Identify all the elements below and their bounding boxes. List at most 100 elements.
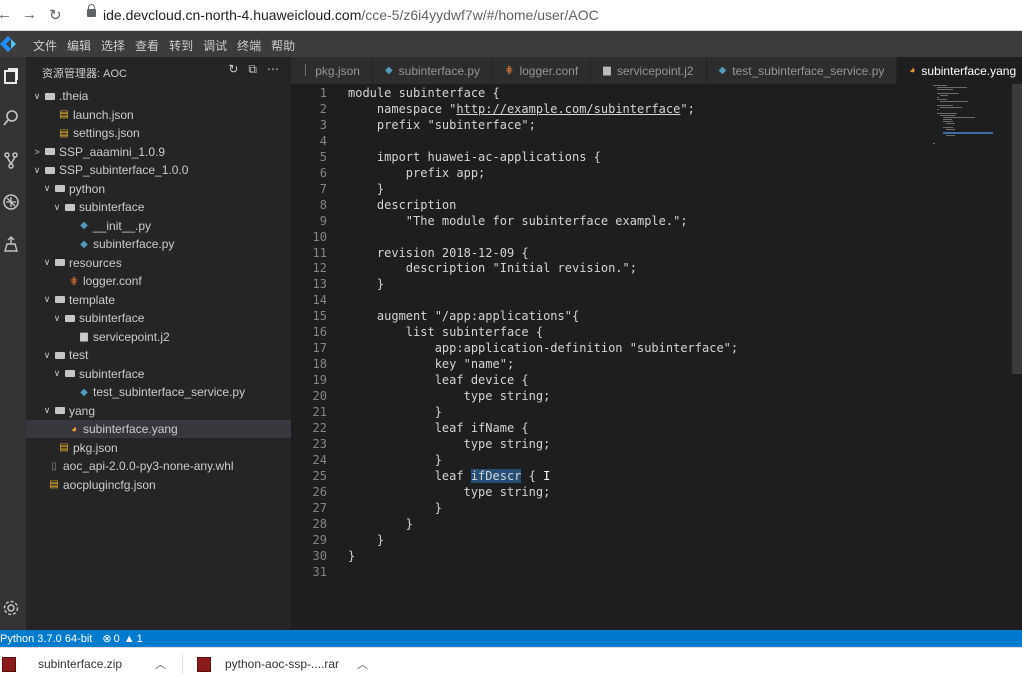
chevron-down-icon[interactable]: ∨ bbox=[42, 257, 52, 268]
editor-tab[interactable]: ◕subinterface.yang× bbox=[897, 57, 1022, 84]
editor-tab[interactable]: ▆ servicepoint.j2 bbox=[591, 57, 707, 84]
tree-file[interactable]: ▤ aocplugincfg.json bbox=[26, 476, 291, 494]
code-line[interactable]: } bbox=[348, 548, 355, 564]
search-icon[interactable] bbox=[0, 107, 22, 129]
editor-tab[interactable]: ◆ subinterface.py bbox=[372, 57, 494, 84]
code-link[interactable]: http://example.com/subinterface bbox=[456, 102, 680, 116]
code-line[interactable]: } bbox=[348, 181, 384, 197]
code-line[interactable]: } bbox=[348, 276, 384, 292]
editor-tab[interactable]: ◆ test_subinterface_service.py bbox=[706, 57, 898, 84]
code-editor[interactable]: 1 module subinterface {2 namespace "http:… bbox=[291, 84, 1022, 630]
chevron-up-icon[interactable]: ︿ bbox=[155, 656, 166, 672]
download-item[interactable]: python-aoc-ssp-....rar ︿ bbox=[197, 656, 368, 672]
tree-folder[interactable]: ∨ subinterface bbox=[26, 365, 291, 383]
tree-file[interactable]: ▤ launch.json bbox=[26, 106, 291, 124]
tree-file[interactable]: ▆ servicepoint.j2 bbox=[26, 328, 291, 346]
code-line[interactable]: type string; bbox=[348, 436, 551, 452]
menu-item[interactable]: 调试 bbox=[203, 37, 227, 54]
refresh-icon[interactable]: ↻ bbox=[228, 62, 238, 77]
chevron-down-icon[interactable]: ∨ bbox=[52, 313, 62, 324]
code-line[interactable]: } bbox=[348, 452, 442, 468]
tree-file[interactable]: ⋕ logger.conf bbox=[26, 272, 291, 290]
tree-folder[interactable]: ∨ .theia bbox=[26, 87, 291, 105]
python-interpreter[interactable]: Python 3.7.0 64-bit bbox=[0, 633, 92, 645]
chevron-down-icon[interactable]: ∨ bbox=[52, 368, 62, 379]
tree-file[interactable]: ▯ aoc_api-2.0.0-py3-none-any.whl bbox=[26, 457, 291, 475]
code-line[interactable]: import huawei-ac-applications { bbox=[348, 149, 601, 165]
tree-file[interactable]: ◕ subinterface.yang bbox=[26, 420, 291, 438]
chevron-down-icon[interactable]: ∨ bbox=[52, 202, 62, 213]
code-line[interactable]: leaf ifName { bbox=[348, 420, 529, 436]
chevron-up-icon[interactable]: ︿ bbox=[357, 656, 368, 672]
back-icon[interactable]: ← bbox=[0, 6, 12, 23]
chevron-down-icon[interactable]: ∨ bbox=[32, 165, 42, 176]
code-line[interactable]: type string; bbox=[348, 388, 551, 404]
tree-file[interactable]: ◆ test_subinterface_service.py bbox=[26, 383, 291, 401]
url-field[interactable]: ide.devcloud.cn-north-4.huaweicloud.com/… bbox=[103, 7, 599, 23]
collapse-all-icon[interactable]: ⧉ bbox=[248, 62, 257, 77]
menu-item[interactable]: 转到 bbox=[169, 37, 193, 54]
tree-file[interactable]: ▤ pkg.json bbox=[26, 439, 291, 457]
code-line[interactable]: } bbox=[348, 500, 442, 516]
error-icon[interactable]: ⊗ bbox=[102, 632, 111, 645]
forward-icon[interactable]: → bbox=[22, 6, 37, 23]
code-line[interactable]: app:application-definition "subinterface… bbox=[348, 340, 738, 356]
tree-folder[interactable]: ∨ resources bbox=[26, 254, 291, 272]
download-item[interactable]: subinterface.zip ︿ bbox=[2, 656, 166, 672]
menu-item[interactable]: 查看 bbox=[135, 37, 159, 54]
menu-item[interactable]: 文件 bbox=[33, 37, 57, 54]
menu-item[interactable]: 选择 bbox=[101, 37, 125, 54]
code-line[interactable]: type string; bbox=[348, 484, 551, 500]
tree-folder[interactable]: ∨ python bbox=[26, 180, 291, 198]
chevron-right-icon[interactable]: > bbox=[32, 147, 42, 157]
source-control-icon[interactable] bbox=[0, 149, 22, 171]
code-line[interactable]: } bbox=[348, 516, 413, 532]
warning-icon[interactable]: ▲ bbox=[124, 633, 135, 645]
explorer-icon[interactable] bbox=[0, 65, 22, 87]
settings-gear-icon[interactable] bbox=[0, 597, 22, 619]
chevron-down-icon[interactable]: ∨ bbox=[42, 294, 52, 305]
menu-item[interactable]: 终端 bbox=[237, 37, 261, 54]
chevron-down-icon[interactable]: ∨ bbox=[42, 350, 52, 361]
code-line[interactable]: module subinterface { bbox=[348, 85, 500, 101]
tree-folder[interactable]: > SSP_aaamini_1.0.9 bbox=[26, 143, 291, 161]
editor-scrollbar[interactable] bbox=[1012, 84, 1022, 374]
tree-folder[interactable]: ∨ yang bbox=[26, 402, 291, 420]
chevron-down-icon[interactable]: ∨ bbox=[42, 183, 52, 194]
code-line[interactable]: prefix app; bbox=[348, 165, 485, 181]
menu-item[interactable]: 帮助 bbox=[271, 37, 295, 54]
tree-file[interactable]: ◆ __init__.py bbox=[26, 217, 291, 235]
chevron-down-icon[interactable]: ∨ bbox=[32, 91, 42, 102]
json-file-icon: ▤ bbox=[49, 479, 59, 490]
extensions-icon[interactable] bbox=[0, 233, 22, 255]
code-line[interactable]: augment "/app:applications"{ bbox=[348, 308, 579, 324]
minimap[interactable] bbox=[931, 84, 1011, 144]
code-line[interactable]: prefix "subinterface"; bbox=[348, 117, 536, 133]
code-line[interactable]: list subinterface { bbox=[348, 324, 543, 340]
code-line[interactable]: } bbox=[348, 404, 442, 420]
code-line[interactable]: revision 2018-12-09 { bbox=[348, 245, 529, 261]
code-line[interactable]: } bbox=[348, 532, 384, 548]
tree-folder[interactable]: ∨ subinterface bbox=[26, 198, 291, 216]
tree-file[interactable]: ◆ subinterface.py bbox=[26, 235, 291, 253]
debug-icon[interactable] bbox=[0, 191, 22, 213]
code-line[interactable]: description bbox=[348, 197, 456, 213]
tree-folder[interactable]: ∨ template bbox=[26, 291, 291, 309]
code-line[interactable]: namespace "http://example.com/subinterfa… bbox=[348, 101, 695, 117]
tree-folder[interactable]: ∨ SSP_subinterface_1.0.0 bbox=[26, 161, 291, 179]
menu-item[interactable]: 编辑 bbox=[67, 37, 91, 54]
code-line[interactable]: description "Initial revision."; bbox=[348, 260, 637, 276]
editor-tab[interactable]: │ pkg.json bbox=[291, 57, 373, 84]
chevron-down-icon[interactable]: ∨ bbox=[42, 405, 52, 416]
more-actions-icon[interactable]: ⋯ bbox=[267, 62, 279, 77]
editor-tab[interactable]: ⋕ logger.conf bbox=[493, 57, 592, 84]
code-line[interactable]: key "name"; bbox=[348, 356, 514, 372]
tree-file[interactable]: ▤ settings.json bbox=[26, 124, 291, 142]
config-icon: ⋕ bbox=[505, 65, 514, 76]
code-line[interactable]: leaf device { bbox=[348, 372, 529, 388]
reload-icon[interactable]: ↻ bbox=[49, 6, 62, 24]
code-line[interactable]: leaf ifDescr { I bbox=[348, 468, 550, 484]
code-line[interactable]: "The module for subinterface example."; bbox=[348, 213, 688, 229]
tree-folder[interactable]: ∨ test bbox=[26, 346, 291, 364]
tree-folder[interactable]: ∨ subinterface bbox=[26, 309, 291, 327]
